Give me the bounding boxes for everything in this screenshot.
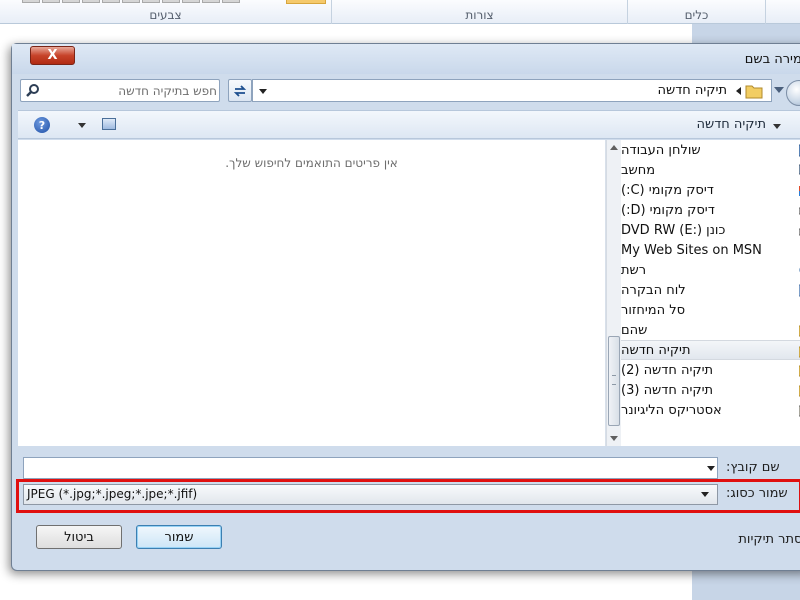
refresh-icon [233,84,247,97]
nav-item[interactable]: לוח הבקרה [621,280,800,300]
toolbar: ? תיקיה חדשה [18,110,800,139]
close-button[interactable]: X [30,46,75,65]
nav-item[interactable]: דיסק מקומי (D:) [621,200,800,220]
file-list-pane[interactable]: אין פריטים התואמים לחיפוש שלך. [18,140,606,446]
search-icon[interactable] [25,83,41,99]
nav-item-selected[interactable]: תיקיה חדשה [621,340,800,360]
folder-icon [745,85,763,99]
new-folder-button[interactable]: תיקיה חדשה [696,117,766,132]
nav-item-label: תיקיה חדשה (2) [621,362,714,378]
nav-item[interactable]: מחשב [621,160,800,180]
nav-item[interactable]: My Web Sites on MSN [621,240,800,260]
nav-item-label: סל המיחזור [621,302,686,318]
nav-scrollbar[interactable] [606,140,621,446]
chevron-left-icon[interactable] [736,87,741,95]
nav-item-label: שולחן העבודה [621,142,701,158]
save-as-dialog: X שמירה בשם תיקיה חדשה ? תיקיה חדשה [11,43,800,571]
nav-item-label: דיסק מקומי (D:) [621,202,715,218]
recent-locations-dropdown-icon[interactable] [774,87,784,93]
nav-item-label: אסטריקס הליגיונר [621,402,722,418]
ribbon-group-shapes: צורות [332,0,628,24]
nav-item-label: מחשב [621,162,656,178]
nav-item-label: לוח הבקרה [621,282,686,298]
hide-folders-toggle[interactable]: הסתר תיקיות [738,532,800,547]
address-bar[interactable]: תיקיה חדשה [252,79,772,102]
nav-item-label: תיקיה חדשה [621,342,691,358]
app-canvas [0,575,692,600]
nav-item-label: תיקיה חדשה (3) [621,382,714,398]
empty-message: אין פריטים התואמים לחיפוש שלך. [225,156,398,170]
dialog-title: שמירה בשם [744,52,800,67]
nav-item-label: כונן DVD RW (E:) [621,222,726,238]
scroll-up-icon[interactable] [610,145,618,150]
nav-item[interactable]: שולחן העבודה [621,140,800,160]
nav-item-label: שהם [621,322,648,338]
ribbon: צבעים צורות כלים [0,0,800,24]
title-bar[interactable]: X שמירה בשם [12,44,800,74]
scroll-thumb[interactable] [608,336,620,426]
ribbon-group-label: כלים [684,8,709,22]
chevron-down-icon[interactable] [707,466,715,471]
scroll-down-icon[interactable] [610,436,618,441]
search-input[interactable] [45,81,217,100]
help-icon[interactable]: ? [34,117,50,133]
save-button[interactable]: שמור [136,525,222,549]
refresh-button[interactable] [228,79,252,102]
nav-item[interactable]: אסטריקס הליגיונר [621,400,800,420]
nav-item[interactable]: תיקיה חדשה (2) [621,360,800,380]
nav-item[interactable]: דיסק מקומי (C:) [621,180,800,200]
nav-item[interactable]: סל המיחזור [621,300,800,320]
nav-item[interactable]: רשת [621,260,800,280]
nav-item[interactable]: כונן DVD RW (E:) [621,220,800,240]
close-icon: X [47,48,58,63]
bottom-area: שם קובץ: JPEG (*.jpg;*.jpeg;*.jpe;*.jfif… [12,446,800,572]
search-box[interactable] [20,79,220,102]
change-view-icon[interactable] [102,118,116,130]
nav-item-label: דיסק מקומי (C:) [621,182,714,198]
filename-field[interactable] [23,457,718,479]
nav-item[interactable]: תיקיה חדשה (3) [621,380,800,400]
filename-label: שם קובץ: [726,460,780,475]
nav-item-label: My Web Sites on MSN [621,242,762,258]
ribbon-group-tools: כלים [628,0,766,24]
ribbon-group-label: צורות [465,8,494,22]
ribbon-group-label: צבעים [149,8,182,22]
navigation-pane: שולחן העבודה מחשב דיסק מקומי (C:) דיסק מ… [621,140,800,446]
nav-item-label: רשת [621,262,647,278]
back-button[interactable] [786,80,800,106]
highlight-annotation [16,479,800,513]
view-options-dropdown-icon[interactable] [78,123,86,128]
address-path[interactable]: תיקיה חדשה [657,83,727,98]
nav-item[interactable]: שהם [621,320,800,340]
chevron-down-icon[interactable] [255,84,271,98]
ribbon-group-colors: צבעים [0,0,332,24]
organize-dropdown-icon[interactable] [773,124,781,129]
cancel-button[interactable]: ביטול [36,525,122,549]
